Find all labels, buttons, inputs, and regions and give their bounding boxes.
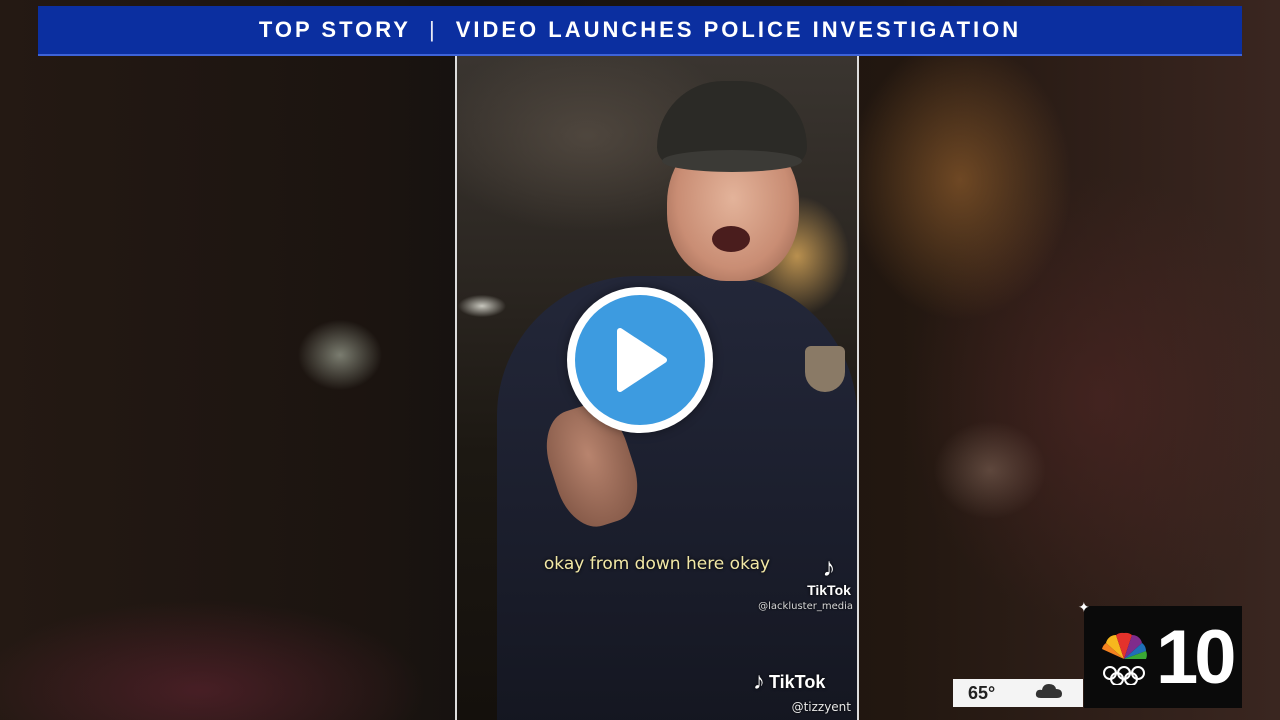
video-caption: okay from down here okay <box>543 554 771 574</box>
officer-mouth <box>712 226 750 252</box>
tiktok-watermark-2: ♪ TikTok <box>753 668 825 696</box>
play-icon <box>617 328 667 392</box>
tiktok-watermark-1: ♪ TikTok <box>803 552 855 598</box>
station-logo: 10 <box>1084 606 1242 708</box>
channel-number: 10 <box>1156 614 1237 700</box>
tiktok-note-icon: ♪ <box>753 668 765 695</box>
officer-cap-brim <box>662 150 802 172</box>
play-button[interactable] <box>567 287 713 433</box>
weather-widget: 65° <box>953 679 1083 707</box>
tiktok-handle-2: @tizzyent <box>791 700 851 714</box>
banner-label: TOP STORY <box>258 17 411 42</box>
banner-headline: VIDEO LAUNCHES POLICE INVESTIGATION <box>455 17 1022 42</box>
news-banner: TOP STORY | VIDEO LAUNCHES POLICE INVEST… <box>38 6 1242 56</box>
nbc-peacock-logo <box>1102 632 1147 685</box>
cloud-icon <box>1035 682 1063 705</box>
tiktok-note-icon: ♪ <box>822 552 836 582</box>
tiktok-label: TikTok <box>769 671 826 692</box>
police-badge <box>805 346 845 392</box>
tiktok-handle-1: @lackluster_media <box>758 601 853 612</box>
sparkle-icon: ✦ <box>1078 600 1090 616</box>
banner-separator: | <box>428 17 438 42</box>
tiktok-label: TikTok <box>807 582 851 598</box>
temperature: 65° <box>968 682 996 703</box>
play-button-circle <box>575 295 705 425</box>
